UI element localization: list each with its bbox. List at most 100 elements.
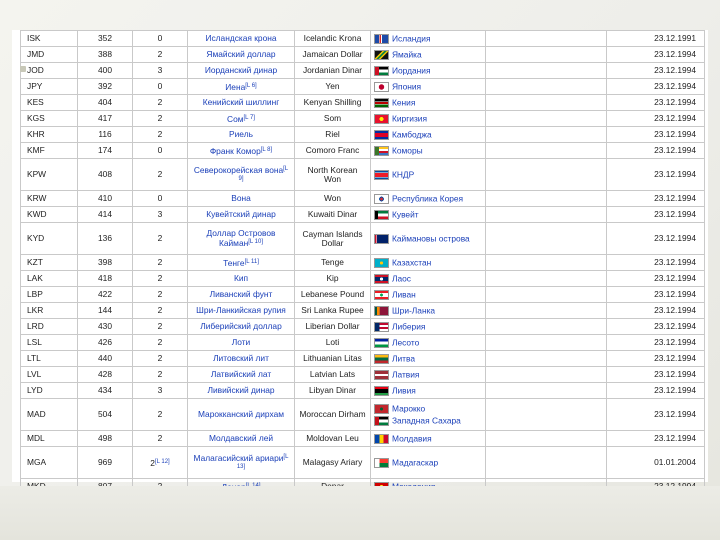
country-entry[interactable]: Киргизия xyxy=(374,113,482,124)
country-entry[interactable]: КНДР xyxy=(374,169,482,180)
country-link[interactable]: Молдавия xyxy=(392,433,432,443)
country-entry[interactable]: Исландия xyxy=(374,33,482,44)
currency-name-ru-cell[interactable]: Северокорейская вона[L 9] xyxy=(187,158,295,191)
currency-name-link[interactable]: Иорданский динар xyxy=(205,65,277,75)
country-entry[interactable]: Марокко xyxy=(374,403,482,414)
country-entry[interactable]: Республика Корея xyxy=(374,193,482,204)
currency-name-link[interactable]: Иена xyxy=(225,82,245,92)
country-cell[interactable]: Ливия xyxy=(370,382,486,399)
country-cell[interactable]: Молдавия xyxy=(370,430,486,447)
currency-name-link[interactable]: Доллар Островов Кайман xyxy=(207,228,276,248)
currency-name-ru-cell[interactable]: Лоти xyxy=(187,334,295,351)
currency-name-link[interactable]: Тенге xyxy=(223,258,244,268)
currency-name-ru-cell[interactable]: Вона xyxy=(187,190,295,207)
country-entry[interactable]: Западная Сахара xyxy=(374,415,482,426)
country-cell[interactable]: Либерия xyxy=(370,318,486,335)
currency-name-ru-cell[interactable]: Либерийский доллар xyxy=(187,318,295,335)
country-link[interactable]: Киргизия xyxy=(392,113,427,123)
country-link[interactable]: Япония xyxy=(392,81,421,91)
currency-name-link[interactable]: Либерийский доллар xyxy=(200,321,282,331)
country-link[interactable]: Либерия xyxy=(392,321,425,331)
country-cell[interactable]: Латвия xyxy=(370,366,486,383)
currency-name-ru-cell[interactable]: Кенийский шиллинг xyxy=(187,94,295,111)
currency-name-ru-cell[interactable]: Исландская крона xyxy=(187,30,295,47)
country-link[interactable]: Литва xyxy=(392,353,415,363)
country-entry[interactable]: Кения xyxy=(374,97,482,108)
country-link[interactable]: Кувейт xyxy=(392,209,419,219)
country-link[interactable]: Шри-Ланка xyxy=(392,305,435,315)
country-cell[interactable]: Иордания xyxy=(370,62,486,79)
country-entry[interactable]: Литва xyxy=(374,353,482,364)
footnote-link[interactable]: [L 8] xyxy=(261,147,272,153)
country-link[interactable]: Западная Сахара xyxy=(392,415,461,425)
country-link[interactable]: Камбоджа xyxy=(392,129,432,139)
country-cell[interactable]: Литва xyxy=(370,350,486,367)
currency-name-link[interactable]: Кувейтский динар xyxy=(206,209,276,219)
currency-name-ru-cell[interactable]: Шри-Ланкийская рупия xyxy=(187,302,295,319)
currency-name-ru-cell[interactable]: Доллар Островов Кайман[L 10] xyxy=(187,222,295,255)
country-entry[interactable]: Иордания xyxy=(374,65,482,76)
currency-name-ru-cell[interactable]: Иена[L 6] xyxy=(187,78,295,95)
country-cell[interactable]: Ливан xyxy=(370,286,486,303)
country-cell[interactable]: Шри-Ланка xyxy=(370,302,486,319)
country-link[interactable]: Каймановы острова xyxy=(392,233,470,243)
currency-name-ru-cell[interactable]: Ямайский доллар xyxy=(187,46,295,63)
country-link[interactable]: Исландия xyxy=(392,33,430,43)
currency-name-ru-cell[interactable]: Малагасийский ариари[L 13] xyxy=(187,446,295,479)
country-cell[interactable]: Коморы xyxy=(370,142,486,159)
currency-name-link[interactable]: Малагасийский ариари xyxy=(194,453,284,463)
footnote-link[interactable]: [L 11] xyxy=(245,259,259,265)
country-entry[interactable]: Кувейт xyxy=(374,209,482,220)
country-cell[interactable]: Ямайка xyxy=(370,46,486,63)
currency-name-link[interactable]: Кенийский шиллинг xyxy=(203,97,280,107)
country-link[interactable]: КНДР xyxy=(392,169,414,179)
currency-name-link[interactable]: Франк Комор xyxy=(210,146,261,156)
currency-name-link[interactable]: Лоти xyxy=(232,337,250,347)
country-link[interactable]: Коморы xyxy=(392,145,423,155)
currency-name-ru-cell[interactable]: Франк Комор[L 8] xyxy=(187,142,295,159)
country-entry[interactable]: Ливан xyxy=(374,289,482,300)
country-entry[interactable]: Коморы xyxy=(374,145,482,156)
country-cell[interactable]: Камбоджа xyxy=(370,126,486,143)
country-cell[interactable]: Мадагаскар xyxy=(370,446,486,479)
currency-name-ru-cell[interactable]: Иорданский динар xyxy=(187,62,295,79)
country-cell[interactable]: Киргизия xyxy=(370,110,486,127)
country-entry[interactable]: Ливия xyxy=(374,385,482,396)
currency-name-link[interactable]: Марокканский дирхам xyxy=(198,409,284,419)
country-cell[interactable]: Республика Корея xyxy=(370,190,486,207)
country-entry[interactable]: Каймановы острова xyxy=(374,233,482,244)
country-link[interactable]: Кения xyxy=(392,97,415,107)
footnote-link[interactable]: [L 12] xyxy=(155,459,170,465)
currency-name-link[interactable]: Ливийский динар xyxy=(207,385,274,395)
country-link[interactable]: Иордания xyxy=(392,65,431,75)
currency-name-ru-cell[interactable]: Марокканский дирхам xyxy=(187,398,295,431)
country-entry[interactable]: Латвия xyxy=(374,369,482,380)
currency-name-ru-cell[interactable]: Кувейтский динар xyxy=(187,206,295,223)
currency-name-ru-cell[interactable]: Литовский лит xyxy=(187,350,295,367)
country-link[interactable]: Казахстан xyxy=(392,257,431,267)
country-entry[interactable]: Лаос xyxy=(374,273,482,284)
currency-name-ru-cell[interactable]: Ливийский динар xyxy=(187,382,295,399)
country-entry[interactable]: Мадагаскар xyxy=(374,457,482,468)
country-entry[interactable]: Молдавия xyxy=(374,433,482,444)
country-link[interactable]: Лаос xyxy=(392,273,411,283)
currency-name-ru-cell[interactable]: Сом[L 7] xyxy=(187,110,295,127)
country-link[interactable]: Латвия xyxy=(392,369,419,379)
country-cell[interactable]: Кувейт xyxy=(370,206,486,223)
country-link[interactable]: Марокко xyxy=(392,403,425,413)
currency-name-ru-cell[interactable]: Молдавский лей xyxy=(187,430,295,447)
currency-name-link[interactable]: Ливанский фунт xyxy=(210,289,273,299)
country-entry[interactable]: Ямайка xyxy=(374,49,482,60)
country-link[interactable]: Лесото xyxy=(392,337,419,347)
country-cell[interactable]: Марокко Западная Сахара xyxy=(370,398,486,431)
country-cell[interactable]: Лаос xyxy=(370,270,486,287)
country-link[interactable]: Ливия xyxy=(392,385,416,395)
currency-name-ru-cell[interactable]: Тенге[L 11] xyxy=(187,254,295,271)
country-link[interactable]: Республика Корея xyxy=(392,193,463,203)
country-link[interactable]: Мадагаскар xyxy=(392,457,438,467)
currency-name-link[interactable]: Литовский лит xyxy=(213,353,269,363)
currency-name-ru-cell[interactable]: Ливанский фунт xyxy=(187,286,295,303)
currency-name-ru-cell[interactable]: Латвийский лат xyxy=(187,366,295,383)
country-cell[interactable]: Лесото xyxy=(370,334,486,351)
currency-name-link[interactable]: Северокорейская вона xyxy=(194,165,283,175)
